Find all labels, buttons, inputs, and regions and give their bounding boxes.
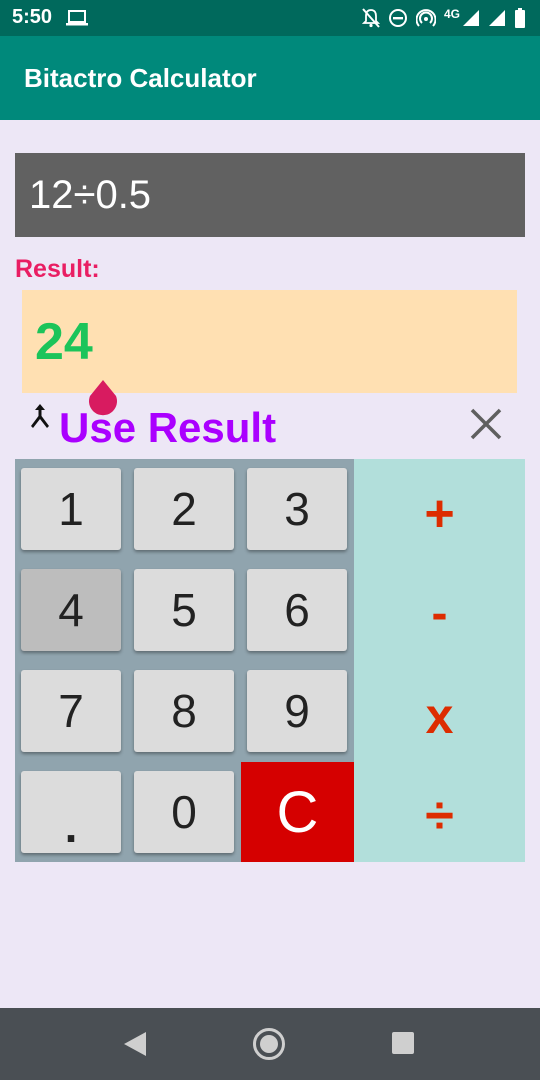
signal-icon (489, 10, 505, 26)
key-9[interactable]: 9 (247, 670, 347, 752)
key-clear[interactable]: C (241, 762, 354, 862)
status-icons: 4G (361, 6, 526, 30)
home-icon[interactable] (252, 1027, 286, 1061)
key-decimal[interactable]: . (21, 771, 121, 853)
status-time: 5:50 (12, 6, 53, 28)
result-value: 24 (35, 313, 93, 371)
expression-display[interactable]: 12÷0.5 (15, 153, 525, 237)
result-label: Result: (15, 255, 100, 283)
key-5[interactable]: 5 (134, 569, 234, 651)
add-button[interactable]: + (354, 464, 525, 564)
navigation-bar (0, 1008, 540, 1080)
hotspot-icon (415, 9, 436, 27)
notifications-off-icon (361, 8, 380, 28)
multiply-button[interactable]: x (354, 666, 525, 766)
back-icon[interactable] (122, 1030, 148, 1058)
app-title: Bitactro Calculator (24, 63, 257, 93)
operator-panel: + - x ÷ (354, 459, 525, 862)
recents-icon[interactable] (392, 1032, 414, 1054)
expression-text: 12÷0.5 (29, 173, 152, 217)
use-result-button[interactable]: Use Result (59, 404, 276, 452)
key-0[interactable]: 0 (134, 771, 234, 853)
number-keypad: 1 2 3 4 5 6 7 8 9 . 0 C (15, 459, 354, 862)
do-not-disturb-icon (388, 9, 407, 27)
laptop-icon (66, 10, 88, 26)
key-8[interactable]: 8 (134, 670, 234, 752)
battery-icon (515, 8, 525, 28)
close-icon[interactable] (468, 406, 504, 442)
key-1[interactable]: 1 (21, 468, 121, 550)
signal-icon (463, 10, 479, 26)
key-3[interactable]: 3 (247, 468, 347, 550)
key-4[interactable]: 4 (21, 569, 121, 651)
merge-icon[interactable] (28, 402, 52, 430)
key-7[interactable]: 7 (21, 670, 121, 752)
key-6[interactable]: 6 (247, 569, 347, 651)
subtract-button[interactable]: - (354, 563, 525, 663)
app-bar: Bitactro Calculator (0, 36, 540, 120)
network-type: 4G (443, 7, 460, 21)
key-2[interactable]: 2 (134, 468, 234, 550)
status-bar: 5:50 4G (0, 0, 540, 36)
divide-button[interactable]: ÷ (354, 766, 525, 866)
